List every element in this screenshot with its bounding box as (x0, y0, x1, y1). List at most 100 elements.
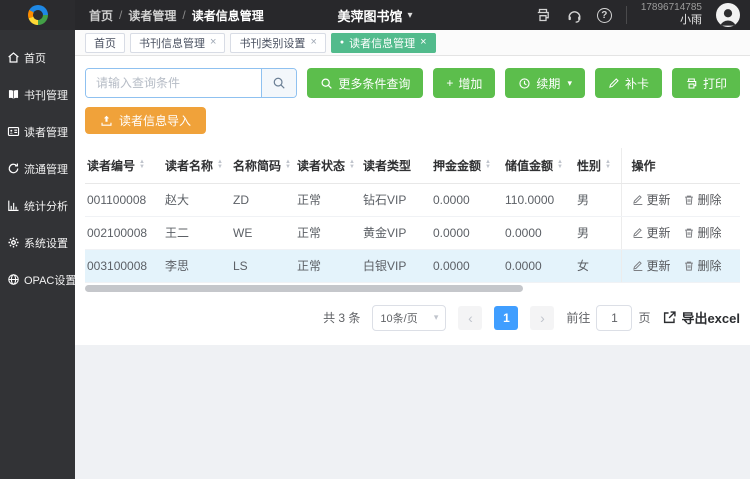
print-button[interactable]: 打印 (672, 68, 740, 98)
topbar: 首页 / 读者管理 / 读者信息管理 美萍图书馆 ▾ ? 17896714785… (0, 0, 750, 30)
breadcrumb-separator: / (182, 8, 185, 22)
sort-icon[interactable]: ▲▼ (605, 160, 611, 170)
delete-link[interactable]: 删除 (683, 257, 722, 274)
sort-icon[interactable]: ▲▼ (485, 160, 491, 170)
home-icon (7, 51, 20, 64)
breadcrumb-current: 读者信息管理 (192, 7, 264, 24)
tab-reader-info-active[interactable]: ● 读者信息管理 × (331, 33, 436, 53)
delete-link[interactable]: 删除 (683, 224, 722, 241)
sort-icon[interactable]: ▲▼ (557, 160, 563, 170)
goto-label: 前往 (566, 309, 590, 326)
sort-icon[interactable]: ▲▼ (285, 160, 291, 170)
gear-icon (7, 236, 20, 249)
customer-service-icon[interactable] (566, 7, 583, 24)
library-name-selector[interactable]: 美萍图书馆 ▾ (337, 6, 412, 25)
cell-gender: 女 (575, 249, 621, 282)
page-number-current[interactable]: 1 (494, 306, 518, 330)
delete-link[interactable]: 删除 (683, 191, 722, 208)
close-icon[interactable]: × (210, 37, 216, 48)
column-header-actions: 操作 (621, 148, 740, 183)
cell-deposit: 0.0000 (431, 183, 503, 216)
column-header-reader-name[interactable]: 读者名称▲▼ (163, 148, 231, 183)
close-icon[interactable]: × (420, 37, 426, 48)
cell-reader-id: 003100008 (85, 249, 163, 282)
export-excel-link[interactable]: 导出excel (662, 308, 740, 327)
update-link[interactable]: 更新 (632, 191, 671, 208)
sort-icon[interactable]: ▲▼ (139, 160, 145, 170)
page-size-select[interactable]: 10条/页 ▾ (372, 305, 446, 331)
toolbar: 更多条件查询 + 增加 续期 ▾ 补卡 (85, 68, 740, 98)
tab-label: 书刊信息管理 (139, 35, 205, 51)
button-label: 读者信息导入 (119, 112, 191, 129)
sidebar-item-books[interactable]: 书刊管理 (0, 76, 75, 113)
upload-icon (100, 114, 113, 127)
column-header-gender[interactable]: 性别▲▼ (575, 148, 621, 183)
update-link[interactable]: 更新 (632, 224, 671, 241)
chevron-down-icon: ▾ (434, 312, 439, 323)
cell-actions: 更新 删除 (621, 249, 740, 282)
reader-import-button[interactable]: 读者信息导入 (85, 107, 206, 134)
close-icon[interactable]: × (310, 37, 316, 48)
reissue-card-button[interactable]: 补卡 (595, 68, 662, 98)
tab-strip: 首页 书刊信息管理 × 书刊类别设置 × ● 读者信息管理 × (75, 30, 750, 56)
cell-type: 钻石VIP (361, 183, 431, 216)
sidebar-item-opac[interactable]: OPAC设置 (0, 261, 75, 298)
topbar-divider (626, 6, 627, 24)
table-header-row: 读者编号▲▼ 读者名称▲▼ 名称简码▲▼ 读者状态▲▼ 读者类型 押金金额▲▼ … (85, 148, 740, 183)
next-page-button[interactable]: › (530, 306, 554, 330)
search-button[interactable] (261, 69, 296, 97)
reader-card-icon (7, 125, 20, 138)
sort-icon[interactable]: ▲▼ (217, 160, 223, 170)
cell-actions: 更新 删除 (621, 216, 740, 249)
column-header-deposit[interactable]: 押金金额▲▼ (431, 148, 503, 183)
prev-page-button[interactable]: ‹ (458, 306, 482, 330)
breadcrumb-reader-mgmt[interactable]: 读者管理 (128, 7, 176, 24)
column-header-status[interactable]: 读者状态▲▼ (295, 148, 361, 183)
cell-status: 正常 (295, 183, 361, 216)
cell-actions: 更新 删除 (621, 183, 740, 216)
table-horizontal-scrollbar[interactable] (85, 285, 523, 292)
trash-icon (683, 194, 695, 206)
background-filler (75, 345, 750, 480)
export-label: 导出excel (681, 308, 740, 327)
goto-page: 前往 页 (566, 305, 650, 331)
user-phone: 17896714785 (641, 2, 702, 15)
total-count: 共 3 条 (323, 309, 360, 326)
tab-book-info[interactable]: 书刊信息管理 × (130, 33, 225, 53)
print-icon[interactable] (535, 7, 552, 24)
more-query-button[interactable]: 更多条件查询 (307, 68, 423, 98)
sidebar-item-circulation[interactable]: 流通管理 (0, 150, 75, 187)
help-icon[interactable]: ? (597, 8, 612, 23)
sidebar-item-statistics[interactable]: 统计分析 (0, 187, 75, 224)
avatar[interactable] (716, 3, 740, 27)
cell-deposit: 0.0000 (431, 216, 503, 249)
table-row[interactable]: 002100008 王二 WE 正常 黄金VIP 0.0000 0.0000 男… (85, 216, 740, 249)
column-header-short-code[interactable]: 名称简码▲▼ (231, 148, 295, 183)
cell-gender: 男 (575, 183, 621, 216)
add-button[interactable]: + 增加 (433, 68, 495, 98)
column-header-balance[interactable]: 储值金额▲▼ (503, 148, 575, 183)
sidebar-item-readers[interactable]: 读者管理 (0, 113, 75, 150)
cell-type: 黄金VIP (361, 216, 431, 249)
update-link[interactable]: 更新 (632, 257, 671, 274)
goto-page-input[interactable] (596, 305, 632, 331)
renew-button[interactable]: 续期 ▾ (505, 68, 585, 98)
pencil-icon (632, 260, 644, 272)
sidebar-item-home[interactable]: 首页 (0, 39, 75, 76)
topbar-actions: ? 17896714785 小雨 (535, 2, 750, 28)
sidebar-item-settings[interactable]: 系统设置 (0, 224, 75, 261)
tab-label: 首页 (94, 35, 116, 51)
column-header-reader-id[interactable]: 读者编号▲▼ (85, 148, 163, 183)
search-input[interactable] (86, 69, 261, 97)
tab-home[interactable]: 首页 (85, 33, 125, 53)
trash-icon (683, 260, 695, 272)
sort-icon[interactable]: ▲▼ (349, 160, 355, 170)
chevron-down-icon: ▾ (567, 78, 572, 89)
button-label: 打印 (703, 75, 727, 92)
active-dot-icon: ● (340, 39, 344, 46)
breadcrumb-home[interactable]: 首页 (89, 7, 113, 24)
cell-balance: 0.0000 (503, 216, 575, 249)
tab-book-category[interactable]: 书刊类别设置 × (230, 33, 325, 53)
table-row[interactable]: 001100008 赵大 ZD 正常 钻石VIP 0.0000 110.0000… (85, 183, 740, 216)
table-row-selected[interactable]: 003100008 李思 LS 正常 白银VIP 0.0000 0.0000 女… (85, 249, 740, 282)
